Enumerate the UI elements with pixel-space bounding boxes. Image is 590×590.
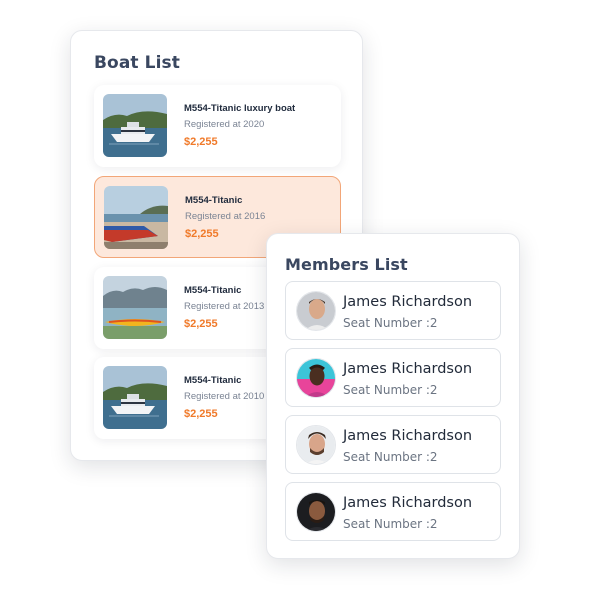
boat-price: $2,255 — [184, 136, 218, 148]
member-seat-number: Seat Number :2 — [343, 517, 438, 531]
boat-registered: Registered at 2010 — [184, 391, 265, 402]
boat-price: $2,255 — [184, 318, 218, 330]
boat-registered: Registered at 2013 — [184, 301, 265, 312]
avatar — [296, 358, 336, 398]
member-name: James Richardson — [343, 428, 473, 444]
boat-list-title: Boat List — [94, 53, 180, 73]
yacht-photo — [103, 366, 167, 429]
members-list-card: Members List James Richardson Seat Numbe… — [266, 233, 520, 559]
member-list-item[interactable]: James Richardson Seat Number :2 — [285, 415, 501, 474]
boat-registered: Registered at 2016 — [185, 211, 266, 222]
members-list-title: Members List — [285, 255, 408, 274]
member-name: James Richardson — [343, 361, 473, 377]
boat-name: M554-Titanic luxury boat — [184, 103, 296, 114]
avatar — [296, 492, 336, 532]
boat-name: M554-Titanic — [184, 285, 242, 296]
member-seat-number: Seat Number :2 — [343, 383, 438, 397]
member-seat-number: Seat Number :2 — [343, 316, 438, 330]
member-seat-number: Seat Number :2 — [343, 450, 438, 464]
boat-price: $2,255 — [185, 228, 219, 240]
avatar — [296, 291, 336, 331]
member-list-item[interactable]: James Richardson Seat Number :2 — [285, 482, 501, 541]
beached-boat-photo — [104, 186, 168, 249]
member-name: James Richardson — [343, 294, 473, 310]
boat-price: $2,255 — [184, 408, 218, 420]
boat-registered: Registered at 2020 — [184, 119, 265, 130]
kayak-photo — [103, 276, 167, 339]
member-name: James Richardson — [343, 495, 473, 511]
boat-name: M554-Titanic — [184, 375, 242, 386]
yacht-photo — [103, 94, 167, 157]
member-list-item[interactable]: James Richardson Seat Number :2 — [285, 348, 501, 407]
member-list-item[interactable]: James Richardson Seat Number :2 — [285, 281, 501, 340]
boat-name: M554-Titanic — [185, 195, 243, 206]
avatar — [296, 425, 336, 465]
boat-list-item[interactable]: M554-Titanic luxury boat Registered at 2… — [94, 85, 341, 167]
